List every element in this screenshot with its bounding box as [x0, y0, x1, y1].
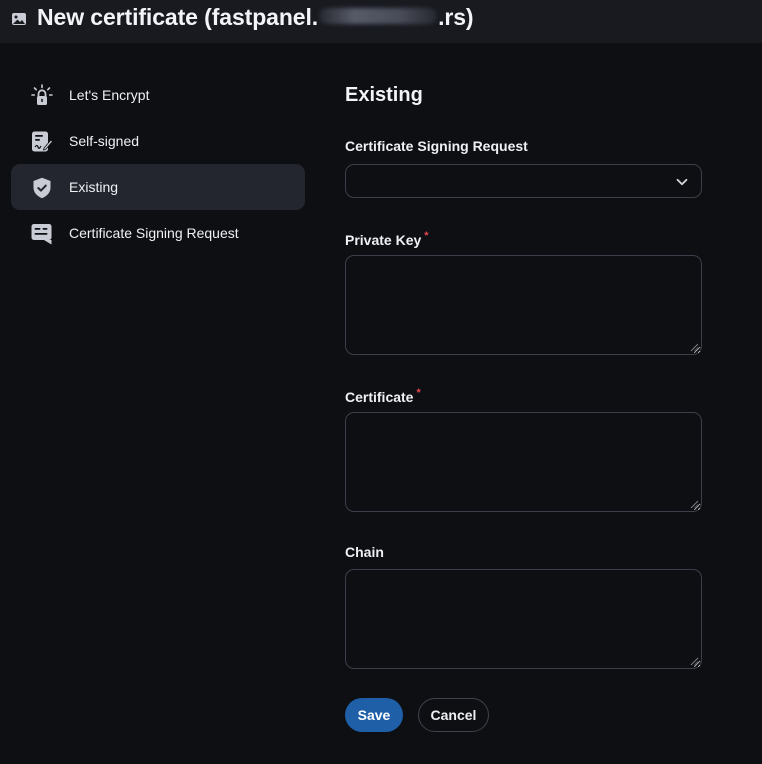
certificate-label-text: Certificate	[345, 389, 414, 405]
sidebar-item-existing[interactable]: Existing	[11, 164, 305, 210]
private-key-label-text: Private Key	[345, 232, 422, 248]
page-title-suffix: .rs)	[438, 4, 474, 30]
private-key-textarea[interactable]	[345, 255, 702, 355]
certificate-label: Certificate *	[345, 387, 421, 405]
resize-grip-icon[interactable]	[690, 500, 699, 509]
chain-textarea[interactable]	[345, 569, 702, 669]
page-title-prefix: New certificate (fastpanel.	[37, 4, 319, 30]
page-title: New certificate (fastpanel. .rs)	[37, 4, 474, 31]
shield-check-icon	[33, 177, 51, 199]
sidebar: Let's Encrypt Self-signed Existing Certi…	[11, 72, 305, 256]
resize-grip-icon[interactable]	[690, 657, 699, 666]
sidebar-item-label: Let's Encrypt	[69, 87, 150, 103]
sidebar-item-certificate-signing-request[interactable]: Certificate Signing Request	[11, 210, 305, 256]
cancel-button[interactable]: Cancel	[418, 698, 489, 732]
image-icon	[12, 13, 26, 25]
lock-sparkle-icon	[31, 84, 53, 105]
sidebar-item-label: Certificate Signing Request	[69, 225, 239, 241]
request-message-icon	[31, 224, 52, 245]
save-button[interactable]: Save	[345, 698, 403, 732]
required-marker: *	[424, 230, 429, 242]
sidebar-item-self-signed[interactable]: Self-signed	[11, 118, 305, 164]
resize-grip-icon[interactable]	[690, 343, 699, 352]
required-marker: *	[416, 387, 421, 399]
signed-document-icon	[32, 131, 54, 152]
chain-label: Chain	[345, 544, 384, 560]
title-bar: New certificate (fastpanel. .rs)	[0, 0, 762, 43]
sidebar-item-lets-encrypt[interactable]: Let's Encrypt	[11, 72, 305, 118]
sidebar-item-label: Self-signed	[69, 133, 140, 149]
private-key-label: Private Key *	[345, 230, 429, 248]
redacted-domain	[319, 8, 438, 24]
existing-certificate-form: Existing Certificate Signing Request Pri…	[345, 84, 702, 732]
csr-select[interactable]	[345, 164, 702, 198]
section-title: Existing	[345, 84, 423, 106]
chevron-down-icon	[676, 178, 688, 186]
sidebar-item-label: Existing	[69, 179, 119, 195]
certificate-textarea[interactable]	[345, 412, 702, 512]
csr-label: Certificate Signing Request	[345, 138, 528, 154]
